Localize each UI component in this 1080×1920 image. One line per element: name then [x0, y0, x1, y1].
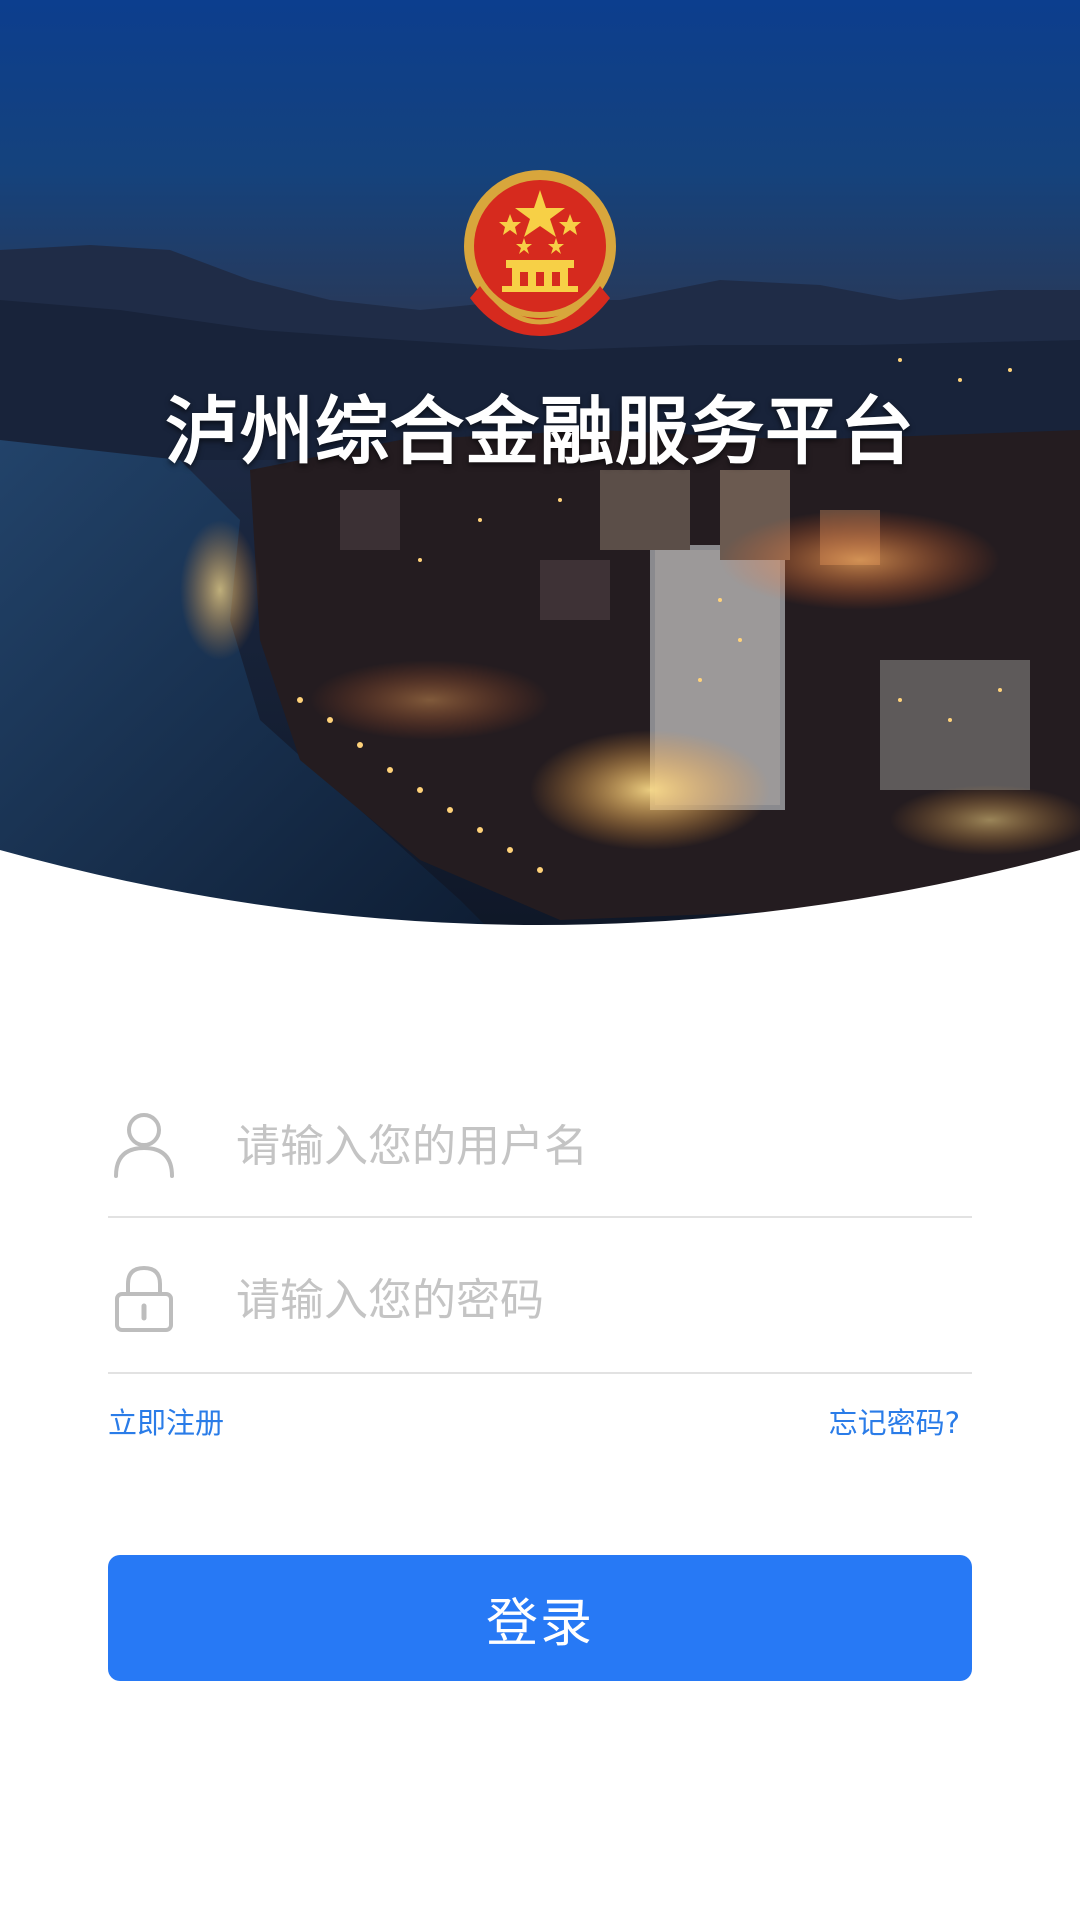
hero-curve-divider — [0, 850, 1080, 960]
forgot-password-link[interactable]: 忘记密码? — [829, 1400, 960, 1442]
password-field — [108, 1232, 972, 1374]
national-emblem-icon — [464, 170, 616, 336]
login-button[interactable]: 登录 — [108, 1555, 972, 1681]
login-screen: 泸州综合金融服务平台 立即注册 忘记密码? 登录 — [0, 0, 1080, 1920]
hero-banner: 泸州综合金融服务平台 — [0, 0, 1080, 960]
app-title: 泸州综合金融服务平台 — [165, 389, 915, 475]
city-night-background — [0, 0, 1080, 960]
username-input[interactable] — [236, 1106, 956, 1186]
lock-icon — [115, 1265, 173, 1332]
username-field — [108, 1078, 972, 1218]
register-link[interactable]: 立即注册 — [108, 1400, 224, 1442]
user-icon — [114, 1113, 174, 1178]
password-input[interactable] — [236, 1260, 956, 1340]
